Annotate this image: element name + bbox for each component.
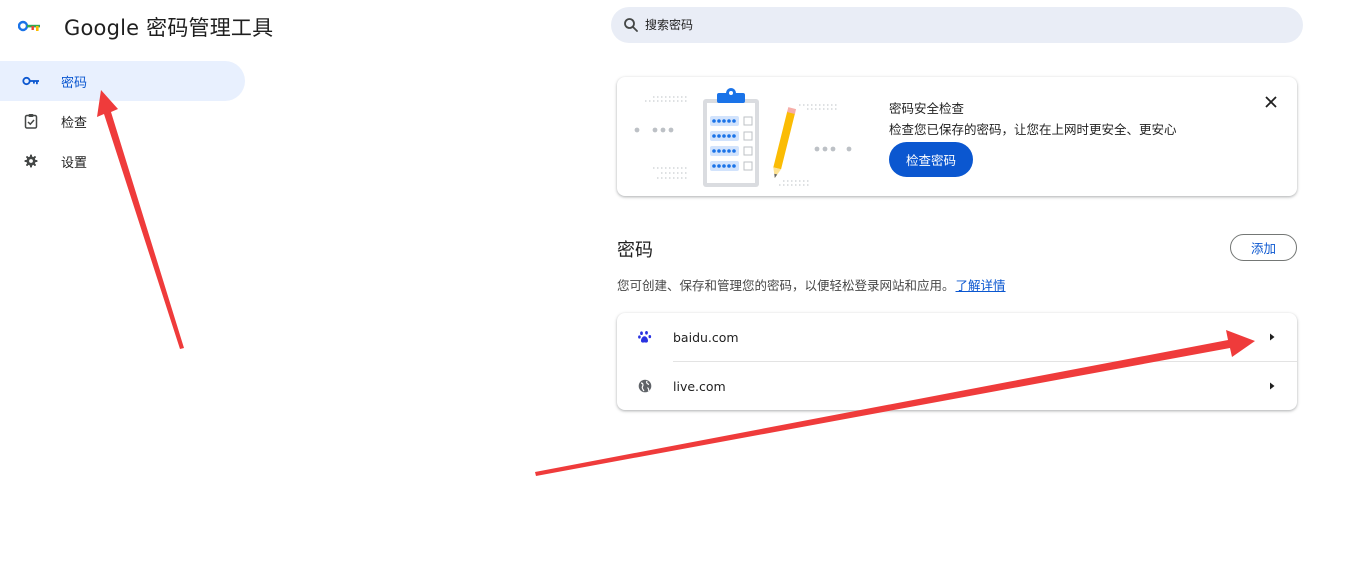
search-icon — [624, 18, 638, 32]
sidebar-item-label: 密码 — [61, 75, 88, 91]
password-checkup-card: 密码安全检查 检查您已保存的密码，让您在上网时更安全、更安心 检查密码 — [617, 77, 1297, 196]
search-bar[interactable] — [611, 7, 1303, 43]
sidebar-item-checkup[interactable]: 检查 — [0, 101, 87, 141]
gear-icon — [22, 152, 40, 170]
add-password-button[interactable]: 添加 — [1230, 234, 1297, 261]
checkup-description: 检查您已保存的密码，让您在上网时更安全、更安心 — [889, 122, 1177, 137]
site-name: baidu.com — [673, 329, 739, 345]
checkup-title: 密码安全检查 — [889, 101, 965, 116]
sidebar-item-settings[interactable]: 设置 — [0, 141, 87, 181]
sidebar-item-label: 检查 — [61, 115, 88, 131]
key-icon — [22, 72, 40, 90]
password-list: baidu.com live.com — [617, 313, 1297, 410]
close-icon[interactable] — [1262, 93, 1280, 111]
learn-more-link[interactable]: 了解详情 — [956, 278, 1006, 293]
chevron-right-icon[interactable] — [1267, 381, 1277, 391]
annotation-arrow-sidebar — [97, 90, 184, 349]
chevron-right-icon[interactable] — [1267, 332, 1277, 342]
key-logo-icon — [18, 20, 40, 32]
passwords-description: 您可创建、保存和管理您的密码，以便轻松登录网站和应用。了解详情 — [617, 275, 1006, 294]
sidebar-item-label: 设置 — [61, 155, 88, 171]
site-name: live.com — [673, 378, 726, 394]
passwords-description-text: 您可创建、保存和管理您的密码，以便轻松登录网站和应用。 — [617, 278, 955, 293]
passwords-section-title: 密码 — [617, 240, 653, 261]
check-passwords-button[interactable]: 检查密码 — [889, 142, 973, 177]
list-item[interactable]: baidu.com — [617, 313, 1297, 361]
baidu-paw-icon — [637, 329, 653, 345]
search-input[interactable] — [645, 18, 1245, 32]
checkup-illustration — [634, 88, 852, 187]
sidebar-item-passwords[interactable]: 密码 — [0, 61, 245, 101]
page-title: Google 密码管理工具 — [64, 16, 274, 40]
globe-icon — [637, 378, 653, 394]
clipboard-check-icon — [22, 112, 40, 130]
list-item[interactable]: live.com — [617, 362, 1297, 410]
